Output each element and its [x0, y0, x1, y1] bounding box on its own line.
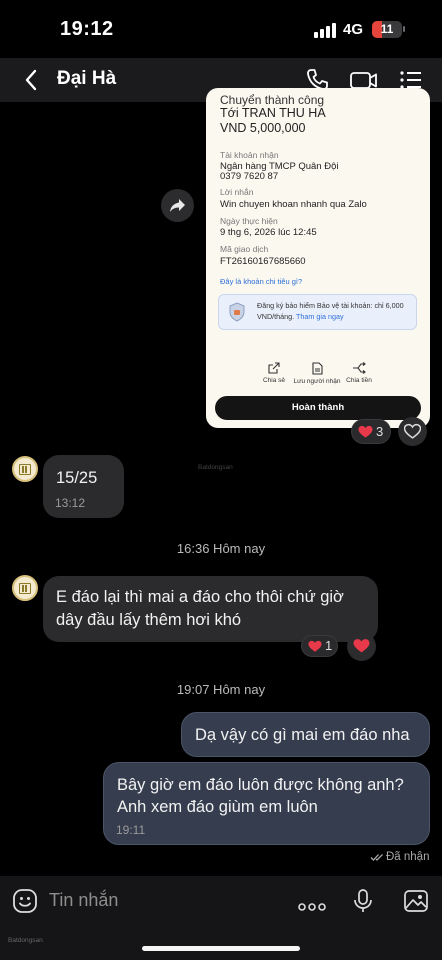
more-button[interactable]: [298, 898, 326, 916]
message-text-line1: Bây giờ em đáo luôn được không anh?: [117, 776, 404, 794]
battery-icon: 11: [372, 21, 402, 38]
message-time: 13:12: [55, 496, 86, 510]
contact-name[interactable]: Đại Hà: [57, 68, 116, 90]
message-time: 19:11: [116, 823, 146, 837]
date-divider: 19:07 Hôm nay: [176, 682, 266, 697]
forward-arrow-icon: [170, 199, 185, 212]
chevron-left-icon: [25, 69, 37, 91]
microphone-icon: [354, 889, 372, 912]
date-value: 9 thg 6, 2026 lúc 12:45: [220, 227, 317, 238]
date-divider: 16:36 Hôm nay: [176, 541, 266, 556]
note-label: Lời nhắn: [220, 187, 254, 197]
message-text-line2: Anh xem đáo giùm em luôn: [117, 798, 318, 816]
share-out-icon: [268, 362, 280, 374]
message-text: Dạ vậy có gì mai em đáo nha: [195, 726, 410, 744]
home-indicator[interactable]: [142, 946, 300, 951]
heart-icon: [353, 639, 370, 653]
forward-button[interactable]: [161, 189, 194, 222]
note-value: Win chuyen khoan nhanh qua Zalo: [220, 199, 367, 210]
account-label: Tài khoản nhận: [220, 150, 279, 160]
message-text-line1: E đáo lại thì mai a đáo cho thôi chứ giờ: [56, 588, 344, 606]
message-input[interactable]: Tin nhắn: [49, 890, 118, 911]
receipt-amount: VND 5,000,000: [220, 121, 306, 135]
network-label: 4G: [343, 21, 364, 38]
done-button: Hoàn thành: [215, 396, 421, 420]
transfer-receipt-image[interactable]: Chuyển thành công Tới TRAN THU HA VND 5,…: [206, 88, 430, 428]
receipt-recipient: Tới TRAN THU HA: [220, 106, 326, 120]
incoming-message[interactable]: E đáo lại thì mai a đáo cho thôi chứ giờ…: [43, 576, 378, 642]
insurance-link: Tham gia ngay: [296, 312, 344, 321]
account-number: 0379 7620 87: [220, 171, 279, 182]
reaction-summary[interactable]: 1: [301, 635, 338, 657]
contact-avatar[interactable]: [12, 456, 38, 482]
reaction-summary[interactable]: 3: [351, 419, 391, 444]
watermark: Batdongsan: [198, 464, 233, 471]
split-bill-label: Chia tiền: [346, 377, 372, 384]
delivery-status-text: Đã nhận: [386, 851, 430, 863]
shield-icon: [229, 302, 245, 322]
message-text-line2: dây đầu lấy thêm hơi khó: [56, 611, 242, 629]
watermark: Batdongsan: [8, 937, 43, 944]
heart-icon: [308, 640, 322, 652]
txn-id: FT26160167685660: [220, 256, 306, 267]
heart-icon: [358, 425, 373, 438]
split-bill-action: Chia tiền: [334, 362, 384, 384]
reaction-count: 3: [376, 424, 384, 439]
status-bar: 19:12 4G 11: [0, 0, 442, 58]
expense-category-link: Đây là khoản chi tiêu gì?: [220, 277, 303, 286]
battery-level: 11: [380, 22, 394, 36]
receipt-heading: Chuyển thành công: [220, 93, 325, 107]
document-icon: [312, 362, 323, 375]
more-dots-icon: [298, 903, 326, 911]
txn-label: Mã giao dịch: [220, 244, 269, 254]
battery-tip: [403, 26, 405, 32]
double-check-icon: [370, 854, 383, 861]
incoming-message[interactable]: 15/25 13:12: [43, 455, 124, 518]
split-icon: [353, 362, 366, 374]
emoji-sticker-icon: [13, 889, 37, 913]
status-time: 19:12: [60, 18, 114, 40]
emoji-button[interactable]: [12, 888, 38, 919]
react-button[interactable]: [398, 417, 427, 446]
heart-outline-icon: [404, 423, 421, 439]
image-icon: [404, 890, 428, 912]
contact-avatar[interactable]: [12, 575, 38, 601]
date-label: Ngày thực hiện: [220, 216, 278, 226]
share-action-label: Chia sẻ: [262, 377, 286, 384]
back-button[interactable]: [20, 66, 44, 94]
outgoing-message[interactable]: Dạ vậy có gì mai em đáo nha: [181, 712, 430, 757]
insurance-text: Đăng ký bảo hiểm Bảo vệ tài khoản: chỉ 6…: [257, 301, 404, 321]
image-button[interactable]: [403, 888, 429, 919]
react-button[interactable]: [347, 632, 376, 661]
outgoing-message[interactable]: Bây giờ em đáo luôn được không anh? Anh …: [103, 762, 430, 845]
signal-icon: [314, 22, 338, 38]
message-text: 15/25: [56, 469, 98, 487]
voice-button[interactable]: [352, 888, 374, 919]
insurance-banner: Đăng ký bảo hiểm Bảo vệ tài khoản: chỉ 6…: [218, 294, 417, 330]
reaction-count: 1: [325, 638, 333, 653]
